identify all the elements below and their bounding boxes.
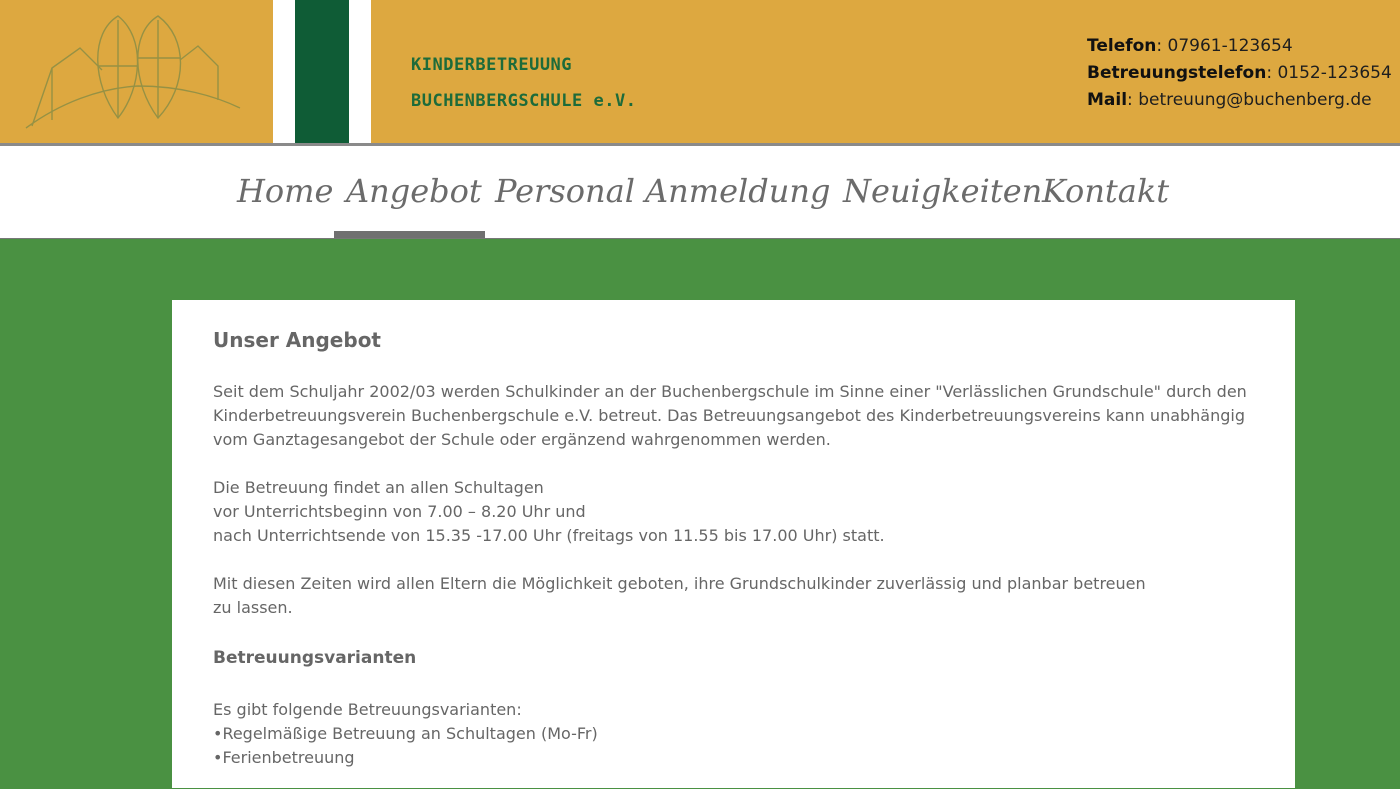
nav-personal[interactable]: Personal [495,172,635,210]
org-name-line1: KINDERBETREUUNG [411,55,573,75]
contact-care-phone-label: Betreuungstelefon [1087,63,1267,83]
intro-line-3: vom Ganztagesangebot der Schule oder erg… [213,430,831,449]
contact-care-phone-value: 0152-123654 [1277,63,1392,83]
organization-name: KINDERBETREUUNG BUCHENBERGSCHULE e.V. [411,47,636,119]
variants-intro: Es gibt folgende Betreuungsvarianten: [213,700,522,719]
times-line-3: nach Unterrichtsende von 15.35 -17.00 Uh… [213,526,885,545]
contact-mail-value[interactable]: betreuung@buchenberg.de [1138,90,1371,110]
parents-line-2: zu lassen. [213,598,293,617]
contact-info: Telefon: 07961-123654 Betreuungstelefon:… [1087,33,1392,114]
nav-neuigkeiten[interactable]: Neuigkeiten [843,172,1042,210]
header-stripe-white [349,0,371,144]
contact-mail: Mail: betreuung@buchenberg.de [1087,90,1372,110]
contact-phone-label: Telefon [1087,36,1157,56]
nav-active-indicator [334,231,485,238]
contact-phone-value: 07961-123654 [1167,36,1293,56]
intro-line-1: Seit dem Schuljahr 2002/03 werden Schulk… [213,382,1247,401]
parents-line-1: Mit diesen Zeiten wird allen Eltern die … [213,574,1146,593]
variants-heading: Betreuungsvarianten [213,648,417,668]
nav-kontakt[interactable]: Kontakt [1042,172,1169,210]
variant-item: •Ferienbetreuung [213,748,355,767]
nav-anmeldung[interactable]: Anmeldung [645,172,830,210]
times-line-2: vor Unterrichtsbeginn von 7.00 – 8.20 Uh… [213,502,586,521]
nav-home[interactable]: Home [237,172,333,210]
main-navigation: Home Angebot Personal Anmeldung Neuigkei… [0,146,1400,238]
contact-care-phone: Betreuungstelefon: 0152-123654 [1087,63,1392,83]
header-stripe-white [273,0,295,144]
content-body: Unser Angebot Seit dem Schuljahr 2002/03… [213,324,1253,770]
nav-angebot[interactable]: Angebot [346,172,482,210]
content-panel: Unser Angebot Seit dem Schuljahr 2002/03… [172,300,1295,788]
variant-item: •Regelmäßige Betreuung an Schultagen (Mo… [213,724,598,743]
header-stripe-green [295,0,349,144]
site-header: KINDERBETREUUNG BUCHENBERGSCHULE e.V. Te… [0,0,1400,144]
page-title: Unser Angebot [213,328,381,352]
times-line-1: Die Betreuung findet an allen Schultagen [213,478,544,497]
org-name-line2: BUCHENBERGSCHULE e.V. [411,91,637,111]
school-trees-logo[interactable] [20,8,250,136]
contact-phone: Telefon: 07961-123654 [1087,36,1293,56]
intro-line-2: Kinderbetreuungsverein Buchenbergschule … [213,406,1246,425]
contact-mail-label: Mail [1087,90,1128,110]
